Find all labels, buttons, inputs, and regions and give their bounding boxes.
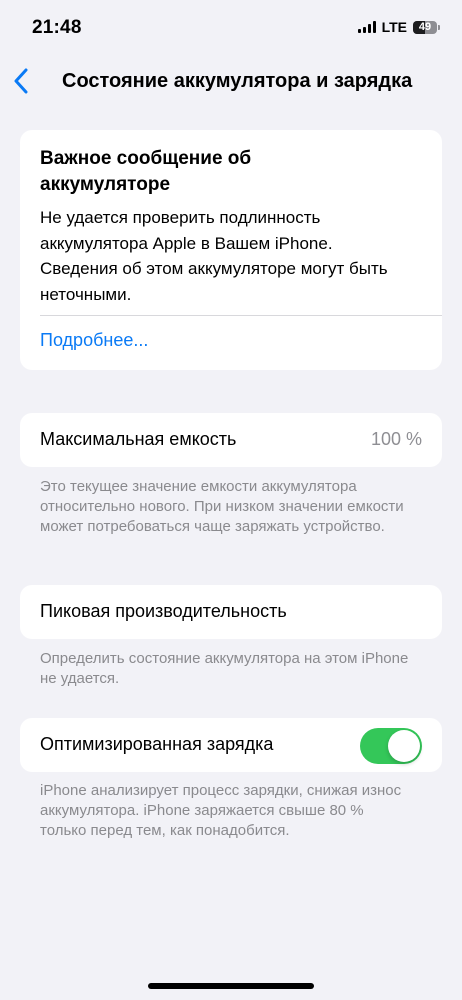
optimized-charging-toggle[interactable] xyxy=(360,728,422,764)
toggle-knob xyxy=(388,730,420,762)
network-type-label: LTE xyxy=(381,19,407,35)
more-info-link[interactable]: Подробнее... xyxy=(40,330,148,351)
max-capacity-label: Максимальная емкость xyxy=(40,429,237,449)
optimized-charging-row: Оптимизированная зарядка xyxy=(20,718,442,772)
optimized-charging-footnote: iPhone анализирует процесс зарядки, сниж… xyxy=(40,782,402,839)
alert-message: Не удается проверить подлинность аккумул… xyxy=(40,208,388,304)
divider xyxy=(40,315,442,316)
back-button[interactable] xyxy=(6,66,36,96)
max-capacity-value: 100 % xyxy=(370,429,422,449)
peak-performance-footnote: Определить состояние аккумулятора на это… xyxy=(40,650,409,687)
status-indicators: LTE 49 xyxy=(357,19,440,35)
signal-strength-icon xyxy=(357,21,376,33)
peak-performance-label: Пиковая производительность xyxy=(40,601,287,621)
battery-icon: 49 xyxy=(413,20,440,34)
page-title: Состояние аккумулятора и зарядка xyxy=(62,70,413,92)
alert-title: Важное сообщение об аккумуляторе xyxy=(40,148,252,195)
battery-alert-card: Важное сообщение об аккумуляторе Не удае… xyxy=(20,130,442,370)
peak-performance-row[interactable]: Пиковая производительность xyxy=(20,585,442,639)
chevron-left-icon xyxy=(14,68,28,94)
status-bar: 21:48 LTE 49 xyxy=(0,0,462,56)
status-time: 21:48 xyxy=(32,17,82,38)
home-indicator xyxy=(148,983,314,989)
max-capacity-row: Максимальная емкость 100 % xyxy=(20,413,442,467)
navigation-bar: Состояние аккумулятора и зарядка xyxy=(0,56,462,108)
battery-percent: 49 xyxy=(418,20,432,33)
max-capacity-footnote: Это текущее значение емкости аккумулятор… xyxy=(40,478,404,535)
optimized-charging-label: Оптимизированная зарядка xyxy=(40,734,274,754)
